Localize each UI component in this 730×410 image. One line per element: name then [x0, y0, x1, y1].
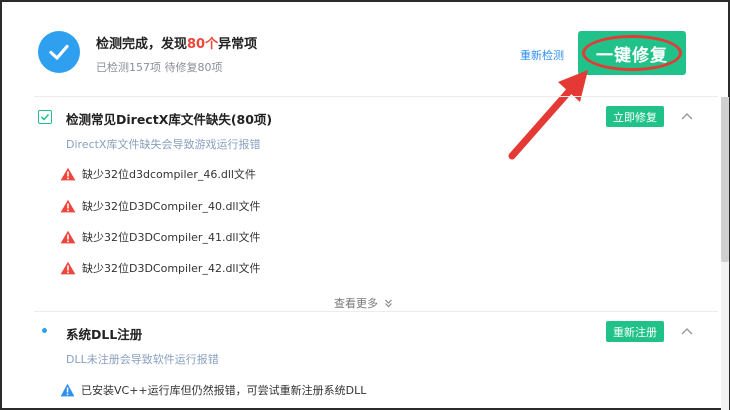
title-suffix: 异常项	[218, 37, 258, 52]
warning-triangle-icon	[60, 230, 76, 244]
recheck-link[interactable]: 重新检测	[520, 47, 564, 63]
item-text: 缺少32位D3DCompiler_40.dll文件	[82, 200, 261, 213]
section-bullet	[42, 328, 47, 333]
item-text: 缺少32位d3dcompiler_46.dll文件	[82, 168, 256, 181]
issue-count: 80个	[187, 37, 219, 52]
list-item: 缺少32位D3DCompiler_40.dll文件	[60, 198, 261, 214]
title-prefix: 检测完成，发现	[96, 37, 188, 52]
item-text: 缺少32位D3DCompiler_41.dll文件	[82, 231, 261, 244]
fix-now-button[interactable]: 立即修复	[606, 106, 664, 127]
annotation-arrow	[508, 70, 588, 160]
re-register-button[interactable]: 重新注册	[606, 321, 664, 342]
warning-triangle-icon	[60, 261, 76, 275]
chevron-up-icon[interactable]	[680, 110, 694, 124]
item-text: 已安装VC++运行库但仍然报错，可尝试重新注册系统DLL	[81, 384, 367, 397]
list-item: 缺少32位D3DCompiler_41.dll文件	[60, 229, 261, 245]
section-description-directx: DirectX库文件缺失会导致游戏运行报错	[66, 138, 261, 151]
check-circle-icon	[38, 31, 80, 73]
warning-triangle-blue-icon	[60, 383, 75, 397]
list-item: 缺少32位d3dcompiler_46.dll文件	[60, 166, 256, 182]
warning-triangle-icon	[60, 167, 76, 181]
double-chevron-down-icon	[385, 299, 392, 307]
divider	[34, 96, 718, 97]
show-more-label: 查看更多	[334, 297, 378, 310]
warning-triangle-icon	[60, 199, 76, 213]
section-title-dll: 系统DLL注册	[66, 327, 143, 342]
show-more-link[interactable]: 查看更多	[334, 295, 393, 311]
fix-all-button[interactable]: 一键修复	[578, 31, 686, 75]
scrollbar[interactable]	[721, 97, 729, 410]
fix-all-label: 一键修复	[596, 45, 668, 66]
app-window: 检测完成，发现80个异常项 已检测157项 待修复80项 重新检测 一键修复 检…	[0, 0, 730, 410]
scan-summary: 已检测157项 待修复80项	[96, 61, 223, 74]
list-item: 已安装VC++运行库但仍然报错，可尝试重新注册系统DLL	[60, 382, 366, 398]
divider	[34, 311, 718, 312]
scan-result-title: 检测完成，发现80个异常项	[96, 33, 257, 52]
scrollbar-thumb[interactable]	[721, 97, 729, 262]
section-checkbox[interactable]	[38, 110, 52, 124]
section-title-directx: 检测常见DirectX库文件缺失(80项)	[66, 112, 273, 127]
list-item: 缺少32位D3DCompiler_42.dll文件	[60, 260, 261, 276]
item-text: 缺少32位D3DCompiler_42.dll文件	[82, 262, 261, 275]
section-description-dll: DLL未注册会导致软件运行报错	[66, 353, 219, 366]
chevron-up-icon[interactable]	[680, 325, 694, 339]
